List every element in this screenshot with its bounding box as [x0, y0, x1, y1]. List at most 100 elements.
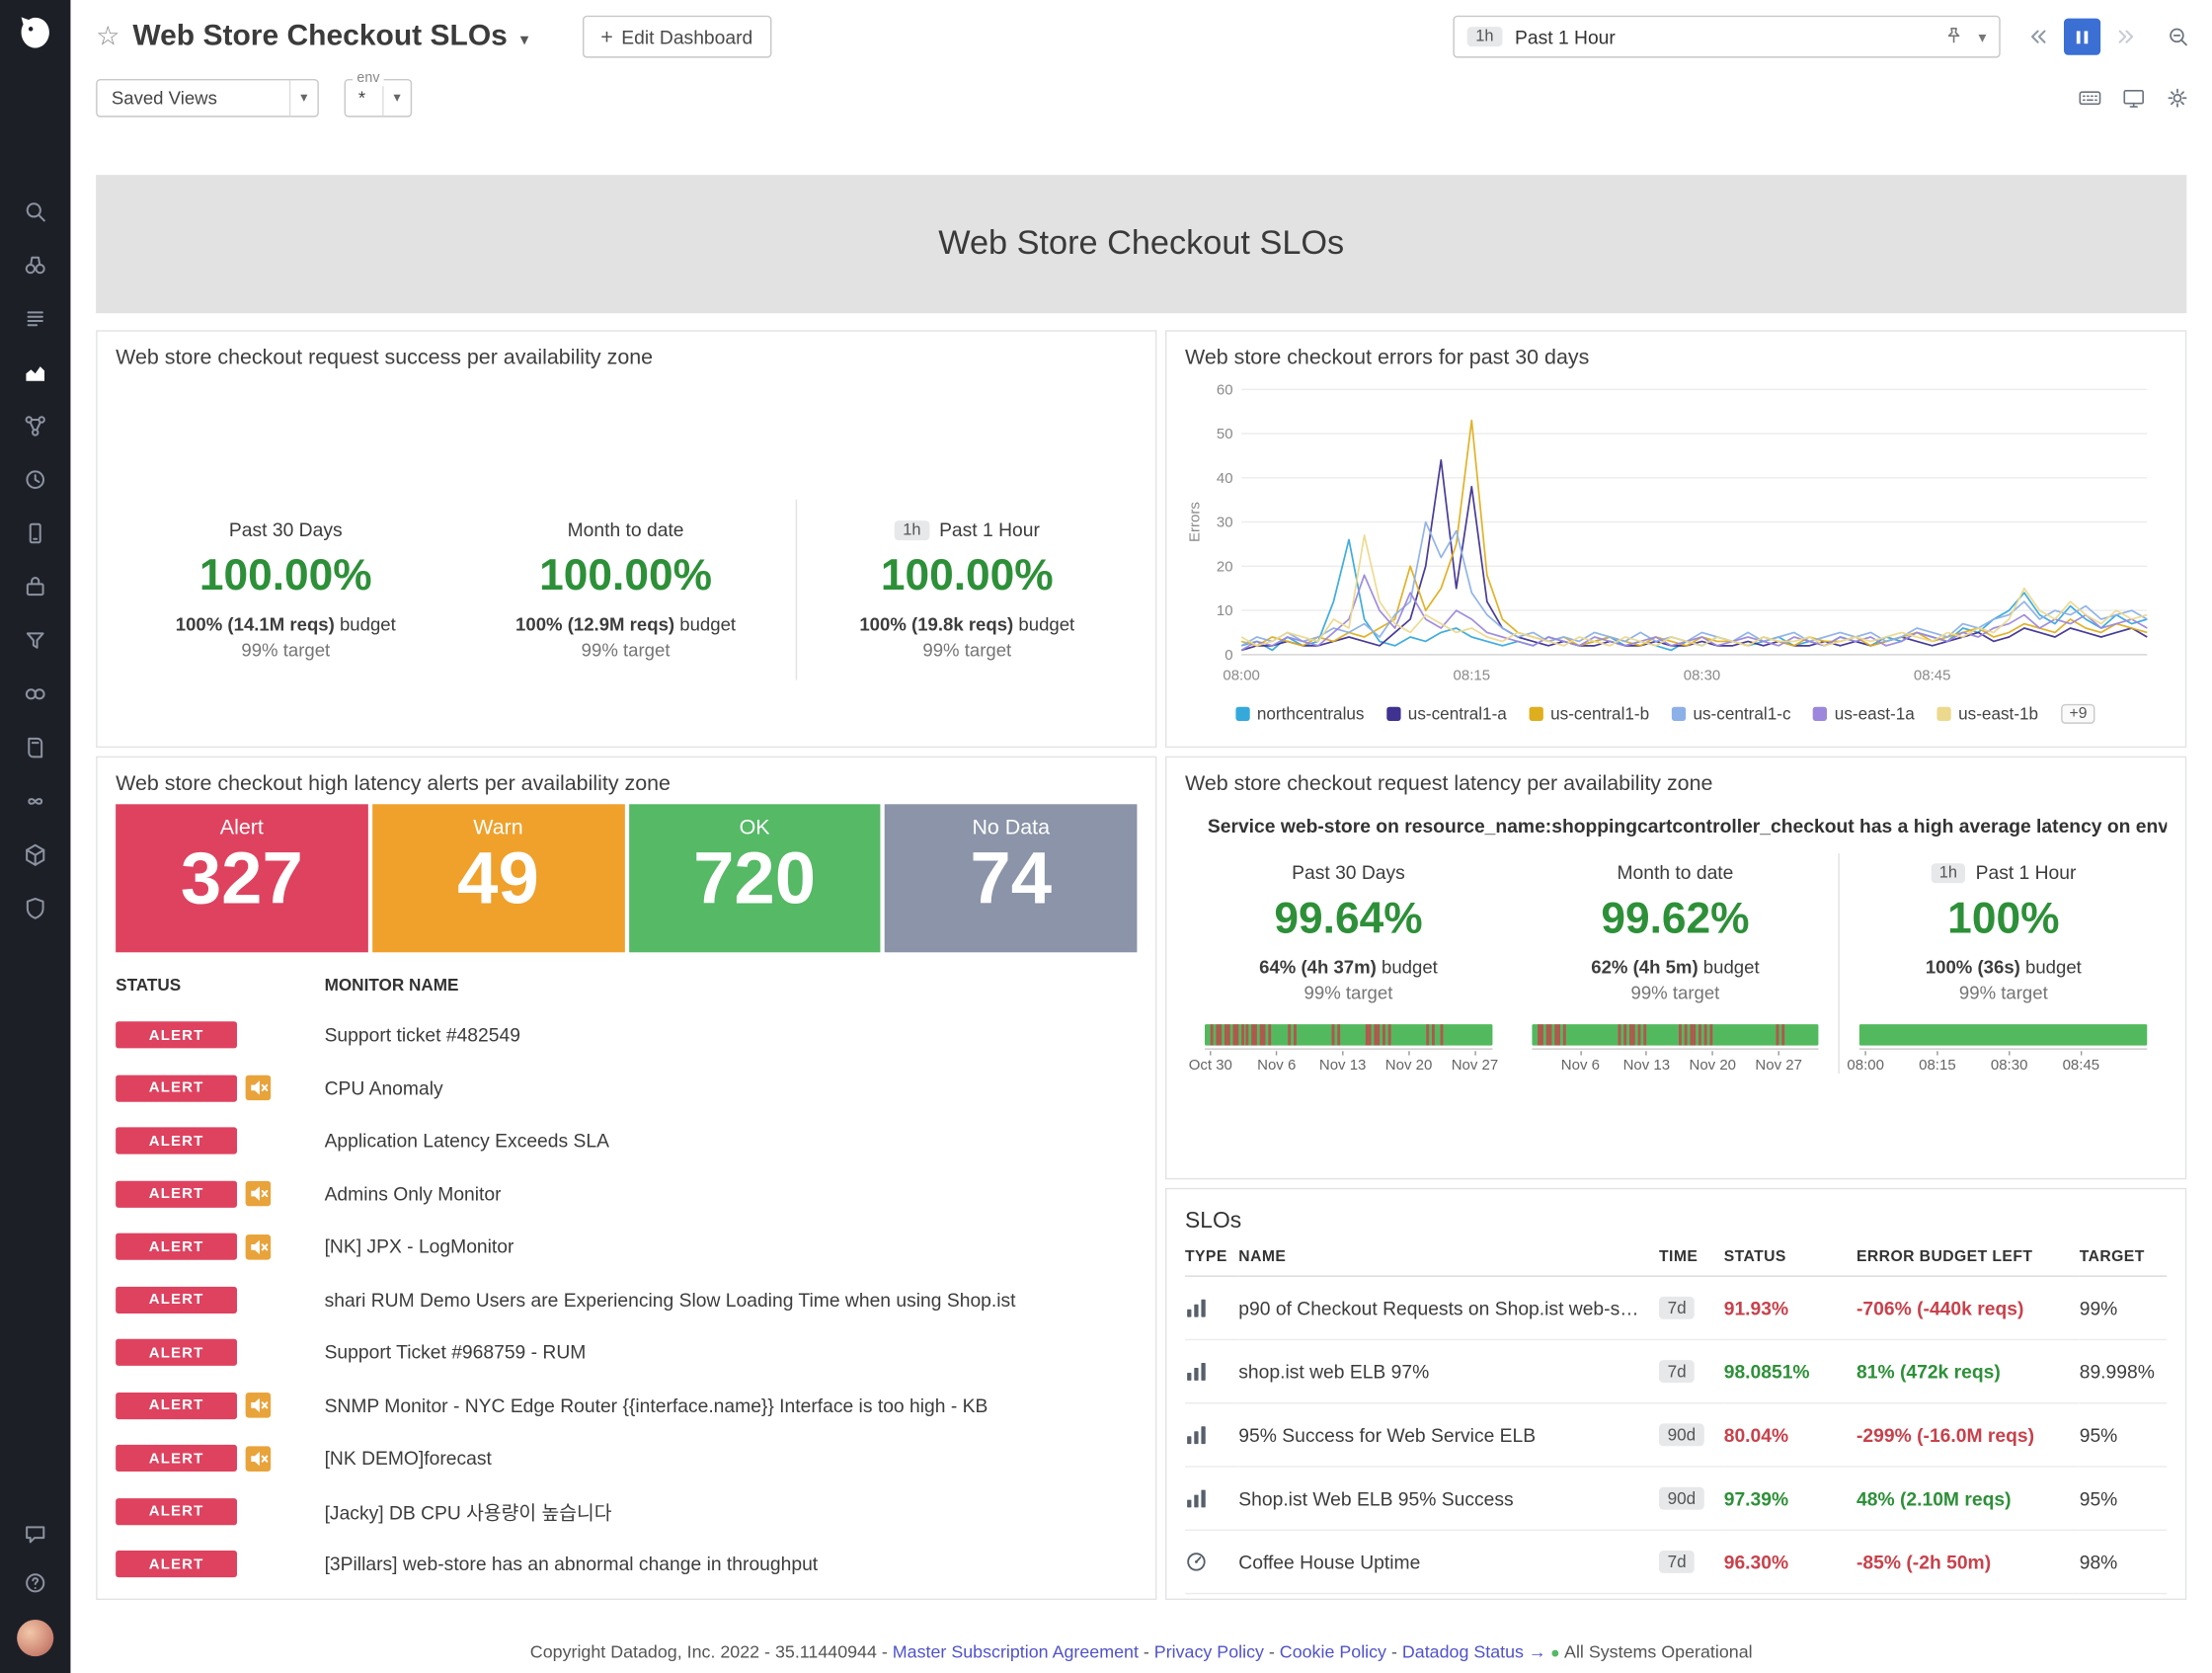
monitor-row[interactable]: ALERTSupport Ticket #968759 - RUM: [116, 1326, 1137, 1380]
slo-error-budget-left: -706% (-440k reqs): [1856, 1277, 2080, 1340]
time-forward-button[interactable]: [2107, 19, 2144, 55]
monitor-name[interactable]: CPU Anomaly: [325, 1077, 443, 1098]
apm-icon[interactable]: [23, 414, 48, 439]
footer-link[interactable]: Datadog Status →: [1402, 1642, 1546, 1662]
time-backward-button[interactable]: [2020, 19, 2057, 55]
widget-title: Web store checkout request success per a…: [116, 346, 1137, 369]
svg-text:30: 30: [1217, 515, 1233, 531]
summary-block-ok[interactable]: OK720: [628, 804, 880, 952]
footer-link[interactable]: Cookie Policy: [1280, 1642, 1386, 1662]
slo-target: 99% target: [811, 639, 1123, 660]
slo-name[interactable]: Coffee House Uptime: [1238, 1531, 1659, 1594]
monitor-row[interactable]: ALERT[Jacky] DB CPU 사용량이 높습니다: [116, 1485, 1137, 1539]
stat-time-window-label: Month to date: [470, 519, 782, 540]
pause-button[interactable]: [2064, 19, 2100, 55]
footer-link[interactable]: Privacy Policy: [1154, 1642, 1264, 1662]
slo-error-budget: 100% (19.8k reqs) budget: [811, 613, 1123, 634]
monitor-row[interactable]: ALERTSupport ticket #482549: [116, 1008, 1137, 1062]
summary-block-warn[interactable]: Warn49: [372, 804, 624, 952]
monitor-row[interactable]: ALERTSNMP Monitor - NYC Edge Router {{in…: [116, 1379, 1137, 1432]
slo-time-window: 90d: [1659, 1403, 1724, 1467]
datadog-logo[interactable]: [13, 13, 58, 58]
service-map-icon[interactable]: [23, 681, 48, 707]
stat-time-window-label: 1hPast 1 Hour: [1856, 862, 2150, 883]
time-caret-icon[interactable]: ▾: [1979, 28, 1987, 46]
monitor-name[interactable]: Admins Only Monitor: [325, 1183, 502, 1204]
favorite-star-icon[interactable]: ☆: [96, 21, 119, 53]
user-avatar[interactable]: [17, 1620, 53, 1656]
monitor-status-cell: ALERT: [116, 1551, 324, 1577]
summary-block-no-data[interactable]: No Data74: [885, 804, 1137, 952]
zoom-out-icon[interactable]: [2167, 26, 2189, 48]
slo-target: 99% target: [1529, 982, 1822, 1002]
keyboard-shortcuts-icon[interactable]: [2078, 86, 2101, 110]
monitor-status-cell: ALERT: [116, 1393, 324, 1419]
monitor-row[interactable]: ALERTApplication Latency Exceeds SLA: [116, 1115, 1137, 1168]
watchdog-icon[interactable]: [23, 253, 48, 279]
monitor-row[interactable]: ALERT[NK] JPX - LogMonitor: [116, 1221, 1137, 1274]
slo-percentage: 99.62%: [1529, 893, 1822, 943]
monitor-name[interactable]: Application Latency Exceeds SLA: [325, 1131, 609, 1152]
slo-name[interactable]: shop.ist web ELB 97%: [1238, 1340, 1659, 1403]
legend-item-us-central1-a[interactable]: us-central1-a: [1386, 704, 1506, 724]
slo-percentage: 100.00%: [129, 550, 441, 600]
title-dropdown-caret-icon[interactable]: ▾: [520, 30, 529, 49]
monitor-name[interactable]: [Jacky] DB CPU 사용량이 높습니다: [325, 1497, 612, 1526]
slo-status: 96.30%: [1724, 1531, 1856, 1594]
integrations-icon[interactable]: [23, 574, 48, 599]
saved-views-dropdown[interactable]: Saved Views ▾: [96, 79, 319, 118]
monitor-name[interactable]: shari RUM Demo Users are Experiencing Sl…: [325, 1289, 1016, 1310]
monitor-name[interactable]: [3Pillars] web-store has an abnormal cha…: [325, 1554, 819, 1574]
time-window-badge: 1h: [895, 519, 929, 539]
footer-link[interactable]: Master Subscription Agreement: [893, 1642, 1139, 1662]
chat-icon[interactable]: [23, 1521, 48, 1547]
slo-name[interactable]: p90 of Checkout Requests on Shop.ist web…: [1238, 1277, 1659, 1340]
edit-dashboard-button[interactable]: + Edit Dashboard: [583, 16, 771, 58]
fullscreen-tv-icon[interactable]: [2122, 86, 2146, 110]
monitor-row[interactable]: ALERT[3Pillars] web-store has an abnorma…: [116, 1538, 1137, 1591]
slo-name[interactable]: 95% Success for Web Service ELB: [1238, 1403, 1659, 1467]
settings-gear-icon[interactable]: [2166, 86, 2189, 110]
monitor-name[interactable]: [NK DEMO]forecast: [325, 1448, 492, 1469]
serverless-icon[interactable]: [23, 842, 48, 868]
widget-grid: Web store checkout request success per a…: [96, 330, 2186, 1600]
monitor-name[interactable]: SNMP Monitor - NYC Edge Router {{interfa…: [325, 1394, 988, 1415]
monitor-row[interactable]: ALERTAdmins Only Monitor: [116, 1167, 1137, 1221]
legend-item-us-central1-c[interactable]: us-central1-c: [1672, 704, 1791, 724]
monitor-name[interactable]: [NK] JPX - LogMonitor: [325, 1236, 514, 1257]
security-icon[interactable]: [23, 896, 48, 921]
legend-item-us-central1-b[interactable]: us-central1-b: [1530, 704, 1649, 724]
legend-item-us-east-1b[interactable]: us-east-1b: [1937, 704, 2038, 724]
time-range-picker[interactable]: 1h Past 1 Hour ▾: [1453, 16, 2000, 58]
monitor-name[interactable]: Support Ticket #968759 - RUM: [325, 1342, 587, 1363]
ci-icon[interactable]: [23, 789, 48, 815]
notebooks-icon[interactable]: [23, 735, 48, 760]
search-icon[interactable]: [23, 199, 48, 224]
monitor-status-cell: ALERT: [116, 1339, 324, 1366]
monitor-name[interactable]: Support ticket #482549: [325, 1024, 520, 1045]
saved-views-caret-icon: ▾: [289, 80, 318, 116]
events-icon[interactable]: [23, 306, 48, 332]
summary-block-alert[interactable]: Alert327: [116, 804, 367, 952]
legend-item-us-east-1a[interactable]: us-east-1a: [1813, 704, 1914, 724]
legend-more-button[interactable]: +9: [2061, 704, 2095, 724]
stat-time-window-label: Past 30 Days: [1202, 862, 1495, 883]
slo-type-icon: [1185, 1531, 1238, 1594]
svg-text:Errors: Errors: [1186, 502, 1203, 542]
dashboards-icon[interactable]: [23, 359, 48, 385]
monitors-icon[interactable]: [23, 467, 48, 493]
logs-icon[interactable]: [23, 628, 48, 654]
errors-chart[interactable]: 010203040506008:0008:1508:3008:45Errors: [1185, 378, 2167, 698]
legend-item-northcentralus[interactable]: northcentralus: [1235, 704, 1364, 724]
monitor-row[interactable]: ALERTCPU Anomaly: [116, 1062, 1137, 1115]
widget-title: Web store checkout high latency alerts p…: [116, 771, 1137, 795]
help-icon[interactable]: [23, 1570, 48, 1596]
slo-name[interactable]: Shop.ist Web ELB 95% Success: [1238, 1468, 1659, 1531]
monitor-row[interactable]: ALERT[NK DEMO]forecast: [116, 1432, 1137, 1485]
monitor-row[interactable]: ALERTshari RUM Demo Users are Experienci…: [116, 1273, 1137, 1326]
rum-icon[interactable]: [23, 520, 48, 546]
env-filter-label: env: [353, 70, 384, 86]
pin-icon[interactable]: [1944, 25, 1964, 48]
slo-error-budget-left: 81% (472k reqs): [1856, 1340, 2080, 1403]
env-template-variable[interactable]: env * ▾: [345, 79, 413, 118]
